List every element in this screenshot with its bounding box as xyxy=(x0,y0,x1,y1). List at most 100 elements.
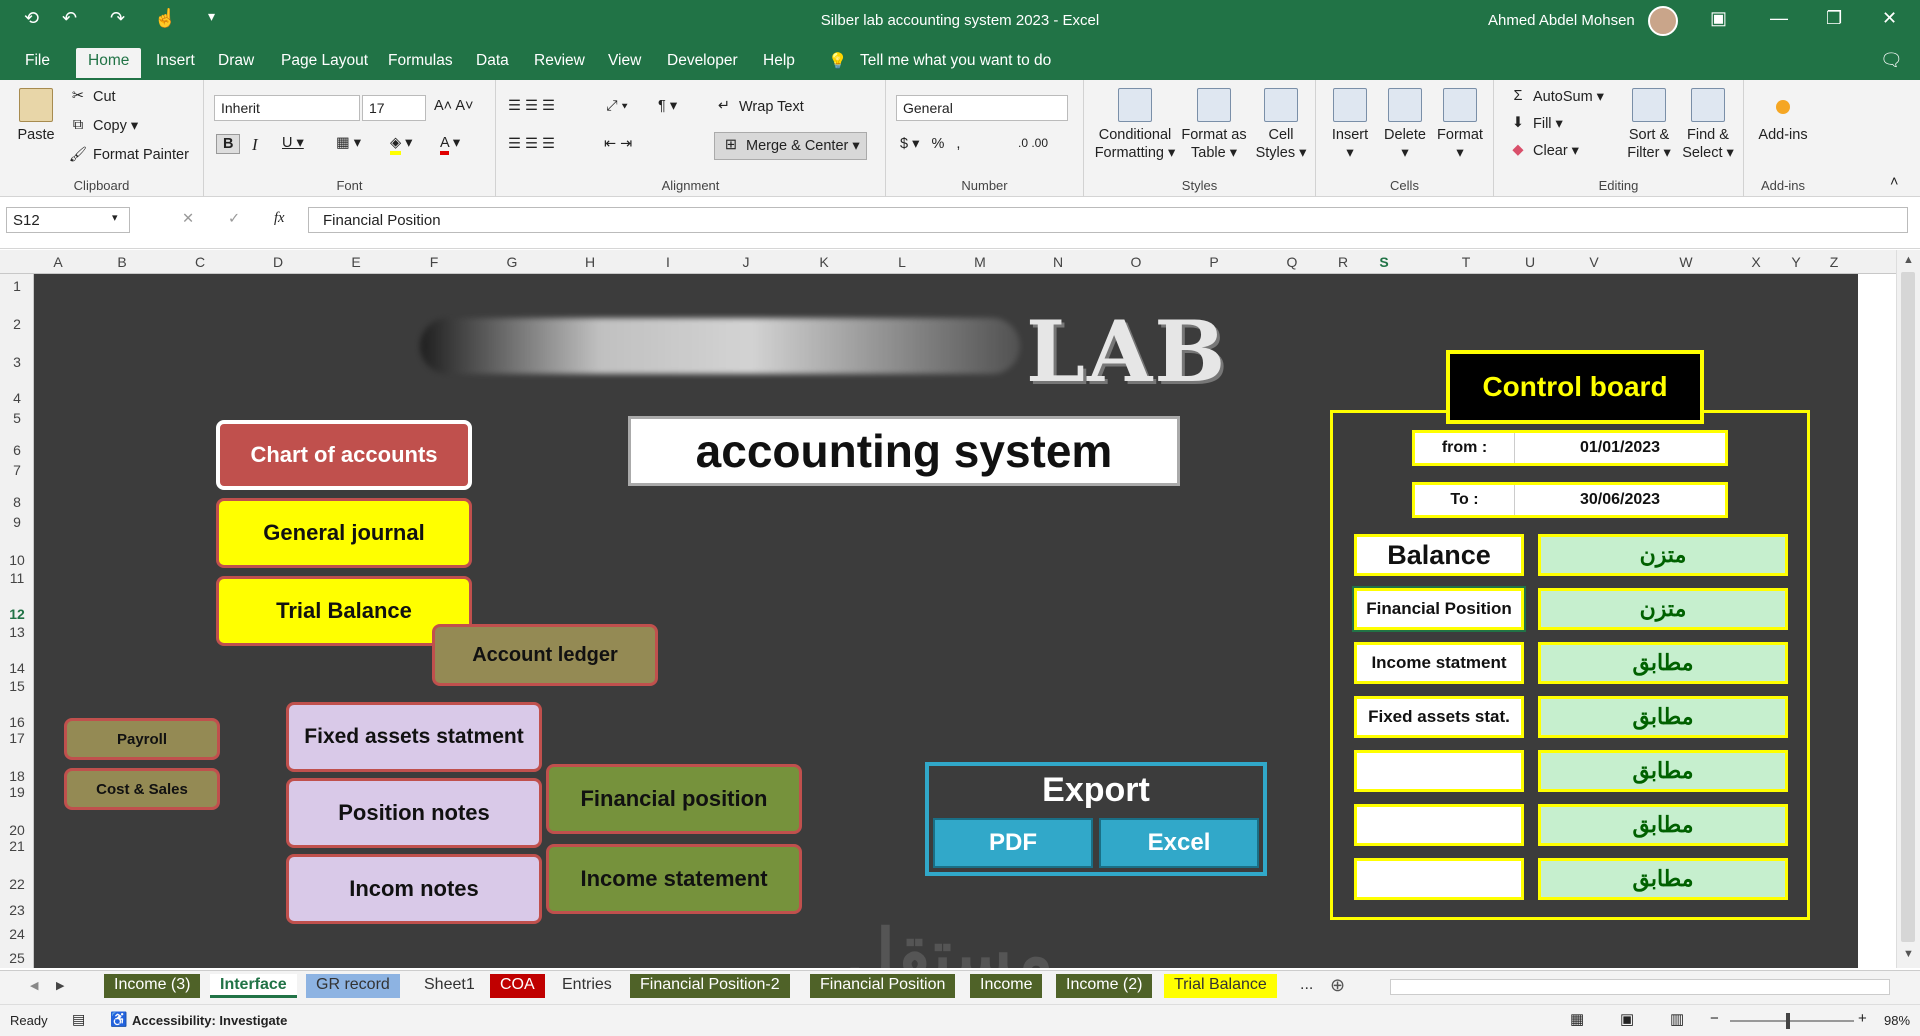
column-header[interactable]: F xyxy=(430,254,439,270)
column-header[interactable]: E xyxy=(351,254,360,270)
row-header[interactable]: 7 xyxy=(0,462,34,478)
column-header[interactable]: Q xyxy=(1287,254,1298,270)
border-icon[interactable]: ▦ ▾ xyxy=(336,135,361,151)
underline-button[interactable]: U ▾ xyxy=(282,135,304,151)
formula-input[interactable]: Financial Position xyxy=(308,207,1908,233)
comments-icon[interactable]: 🗨 xyxy=(1880,50,1903,71)
top-align-icon[interactable]: ☰ ☰ ☰ xyxy=(508,98,555,114)
paste-button[interactable]: Paste xyxy=(10,88,62,144)
zoom-level[interactable]: 98% xyxy=(1884,1013,1910,1028)
number-format-field[interactable]: General xyxy=(896,95,1068,121)
accessibility-icon[interactable]: ♿ xyxy=(110,1011,127,1028)
row-header[interactable]: 17 xyxy=(0,730,34,746)
collapse-ribbon-icon[interactable]: ˄ xyxy=(1890,174,1898,190)
conditional-formatting-button[interactable]: Conditional Formatting ▾ xyxy=(1094,88,1176,162)
column-header[interactable]: M xyxy=(974,254,986,270)
zoom-thumb[interactable] xyxy=(1786,1013,1790,1029)
fill-color-icon[interactable]: ◈ ▾ xyxy=(390,135,412,155)
font-size-field[interactable]: 17 xyxy=(362,95,426,121)
row-header[interactable]: 18 xyxy=(0,768,34,784)
financial-position-button[interactable]: Financial position xyxy=(546,764,802,834)
minimize-icon[interactable]: — xyxy=(1770,8,1788,29)
column-header[interactable]: D xyxy=(273,254,283,270)
row-header[interactable]: 20 xyxy=(0,822,34,838)
scroll-down-icon[interactable]: ▼ xyxy=(1903,948,1914,960)
column-header[interactable]: A xyxy=(53,254,62,270)
incom-notes-button[interactable]: Incom notes xyxy=(286,854,542,924)
accounting-format-icon[interactable]: $ ▾ % , xyxy=(900,136,960,152)
sort-filter-button[interactable]: Sort & Filter ▾ xyxy=(1620,88,1678,162)
autosum-button[interactable]: Σ AutoSum ▾ xyxy=(1508,88,1604,106)
column-header[interactable]: H xyxy=(585,254,595,270)
add-ins-button[interactable]: Add-ins xyxy=(1750,88,1816,144)
more-sheets[interactable]: ... xyxy=(1290,974,1323,998)
indent-icon[interactable]: ⇤ ⇥ xyxy=(604,136,632,152)
italic-button[interactable]: I xyxy=(252,135,258,155)
sheet-tab[interactable]: Income xyxy=(970,974,1043,998)
tab-insert[interactable]: Insert xyxy=(156,52,195,70)
tab-scroll-left-icon[interactable]: ◀ xyxy=(30,979,38,992)
zoom-in-icon[interactable]: + xyxy=(1858,1010,1867,1027)
font-name-field[interactable]: Inherit xyxy=(214,95,360,121)
page-layout-view-icon[interactable]: ▣ xyxy=(1620,1010,1634,1028)
horizontal-scrollbar[interactable] xyxy=(1390,979,1890,995)
tab-data[interactable]: Data xyxy=(476,52,509,70)
add-sheet-icon[interactable]: ⊕ xyxy=(1330,975,1345,996)
row-header[interactable]: 4 xyxy=(0,390,34,406)
accessibility-status[interactable]: Accessibility: Investigate xyxy=(132,1013,287,1028)
zoom-out-icon[interactable]: − xyxy=(1710,1010,1719,1027)
row-header[interactable]: 16 xyxy=(0,714,34,730)
normal-view-icon[interactable]: ▦ xyxy=(1570,1010,1584,1028)
row-header[interactable]: 6 xyxy=(0,442,34,458)
fill-button[interactable]: ⬇ Fill ▾ xyxy=(1508,115,1563,133)
row-header[interactable]: 15 xyxy=(0,678,34,694)
from-date-value[interactable]: 01/01/2023 xyxy=(1515,433,1725,463)
rtl-icon[interactable]: ¶ ▾ xyxy=(658,98,677,114)
column-header-selected[interactable]: S xyxy=(1379,254,1388,270)
sheet-tab[interactable]: Income (3) xyxy=(104,974,201,998)
row-header[interactable]: 25 xyxy=(0,950,34,966)
fixed-assets-button[interactable]: Fixed assets statment xyxy=(286,702,542,772)
font-color-icon[interactable]: A ▾ xyxy=(440,135,460,155)
sheet-tab-active[interactable]: Interface xyxy=(210,974,297,998)
name-box-dropdown-icon[interactable]: ▾ xyxy=(112,211,118,224)
export-pdf-button[interactable]: PDF xyxy=(933,818,1093,868)
scroll-up-icon[interactable]: ▲ xyxy=(1903,254,1914,266)
sheet-tab[interactable]: Sheet1 xyxy=(414,974,485,998)
position-notes-button[interactable]: Position notes xyxy=(286,778,542,848)
close-icon[interactable]: ✕ xyxy=(1882,8,1897,29)
row-header-selected[interactable]: 12 xyxy=(0,606,34,622)
tab-help[interactable]: Help xyxy=(763,52,795,70)
sheet-tab[interactable]: Trial Balance xyxy=(1164,974,1277,998)
scroll-thumb[interactable] xyxy=(1901,272,1915,942)
tab-page-layout[interactable]: Page Layout xyxy=(281,52,368,70)
format-painter-button[interactable]: 🖌 Format Painter xyxy=(68,146,189,164)
page-break-view-icon[interactable]: ▥ xyxy=(1670,1010,1684,1028)
avatar[interactable] xyxy=(1648,6,1678,36)
align-left-icon[interactable]: ☰ ☰ ☰ xyxy=(508,136,555,152)
income-statement-button[interactable]: Income statement xyxy=(546,844,802,914)
insert-cells-button[interactable]: Insert ▾ xyxy=(1324,88,1376,162)
format-as-table-button[interactable]: Format as Table ▾ xyxy=(1178,88,1250,162)
copy-button[interactable]: ⧉ Copy ▾ xyxy=(68,117,138,135)
merge-center-button[interactable]: ⊞ Merge & Center ▾ xyxy=(714,132,867,160)
format-cells-button[interactable]: Format ▾ xyxy=(1432,88,1488,162)
row-header[interactable]: 23 xyxy=(0,902,34,918)
vertical-scrollbar[interactable]: ▲ ▼ xyxy=(1896,250,1920,968)
row-header[interactable]: 8 xyxy=(0,494,34,510)
clear-button[interactable]: ◆ Clear ▾ xyxy=(1508,142,1579,160)
export-excel-button[interactable]: Excel xyxy=(1099,818,1259,868)
sheet-tab[interactable]: Entries xyxy=(552,974,622,998)
wrap-text-button[interactable]: ↵ Wrap Text xyxy=(714,98,804,116)
cancel-icon[interactable]: ✕ xyxy=(182,211,194,227)
cost-sales-button[interactable]: Cost & Sales xyxy=(64,768,220,810)
decimal-icon[interactable]: .0 .00 xyxy=(1018,136,1048,150)
column-header[interactable]: Z xyxy=(1830,254,1839,270)
column-header[interactable]: W xyxy=(1679,254,1692,270)
row-header[interactable]: 24 xyxy=(0,926,34,942)
payroll-button[interactable]: Payroll xyxy=(64,718,220,760)
row-header[interactable]: 10 xyxy=(0,552,34,568)
row-header[interactable]: 19 xyxy=(0,784,34,800)
row-header[interactable]: 22 xyxy=(0,876,34,892)
row-header[interactable]: 5 xyxy=(0,410,34,426)
